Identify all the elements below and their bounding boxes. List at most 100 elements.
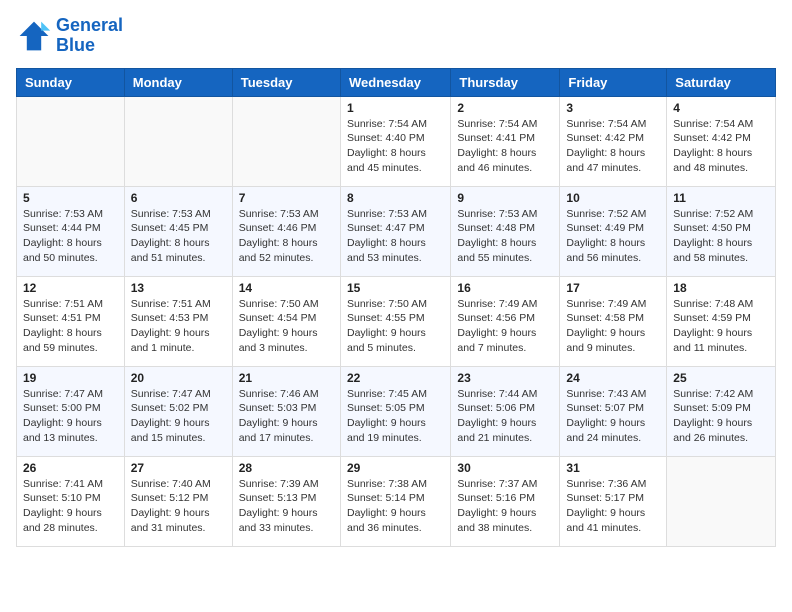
day-number: 24 xyxy=(566,371,660,385)
day-info: Sunrise: 7:49 AM Sunset: 4:56 PM Dayligh… xyxy=(457,297,553,356)
calendar-cell: 26 Sunrise: 7:41 AM Sunset: 5:10 PM Dayli… xyxy=(17,456,125,546)
day-info: Sunrise: 7:53 AM Sunset: 4:48 PM Dayligh… xyxy=(457,207,553,266)
day-number: 18 xyxy=(673,281,769,295)
day-info: Sunrise: 7:52 AM Sunset: 4:49 PM Dayligh… xyxy=(566,207,660,266)
calendar-cell: 27 Sunrise: 7:40 AM Sunset: 5:12 PM Dayli… xyxy=(124,456,232,546)
day-number: 29 xyxy=(347,461,444,475)
calendar-cell: 4 Sunrise: 7:54 AM Sunset: 4:42 PM Daylig… xyxy=(667,96,776,186)
day-info: Sunrise: 7:52 AM Sunset: 4:50 PM Dayligh… xyxy=(673,207,769,266)
calendar-cell: 10 Sunrise: 7:52 AM Sunset: 4:49 PM Dayli… xyxy=(560,186,667,276)
calendar-cell: 25 Sunrise: 7:42 AM Sunset: 5:09 PM Dayli… xyxy=(667,366,776,456)
day-info: Sunrise: 7:37 AM Sunset: 5:16 PM Dayligh… xyxy=(457,477,553,536)
day-number: 17 xyxy=(566,281,660,295)
calendar-week-row: 19 Sunrise: 7:47 AM Sunset: 5:00 PM Dayli… xyxy=(17,366,776,456)
day-number: 12 xyxy=(23,281,118,295)
day-number: 21 xyxy=(239,371,334,385)
day-info: Sunrise: 7:54 AM Sunset: 4:42 PM Dayligh… xyxy=(673,117,769,176)
day-number: 23 xyxy=(457,371,553,385)
calendar-cell: 5 Sunrise: 7:53 AM Sunset: 4:44 PM Daylig… xyxy=(17,186,125,276)
day-info: Sunrise: 7:53 AM Sunset: 4:47 PM Dayligh… xyxy=(347,207,444,266)
day-number: 11 xyxy=(673,191,769,205)
day-number: 14 xyxy=(239,281,334,295)
calendar-cell: 13 Sunrise: 7:51 AM Sunset: 4:53 PM Dayli… xyxy=(124,276,232,366)
day-info: Sunrise: 7:47 AM Sunset: 5:00 PM Dayligh… xyxy=(23,387,118,446)
page-header: General Blue xyxy=(16,16,776,56)
calendar-cell: 6 Sunrise: 7:53 AM Sunset: 4:45 PM Daylig… xyxy=(124,186,232,276)
logo: General Blue xyxy=(16,16,123,56)
weekday-header: Thursday xyxy=(451,68,560,96)
weekday-header: Tuesday xyxy=(232,68,340,96)
weekday-header: Saturday xyxy=(667,68,776,96)
day-number: 1 xyxy=(347,101,444,115)
day-info: Sunrise: 7:38 AM Sunset: 5:14 PM Dayligh… xyxy=(347,477,444,536)
calendar-cell: 31 Sunrise: 7:36 AM Sunset: 5:17 PM Dayli… xyxy=(560,456,667,546)
calendar-cell: 7Sunrise: 7:53 AM Sunset: 4:46 PM Daylig… xyxy=(232,186,340,276)
day-number: 30 xyxy=(457,461,553,475)
day-info: Sunrise: 7:48 AM Sunset: 4:59 PM Dayligh… xyxy=(673,297,769,356)
day-number: 13 xyxy=(131,281,226,295)
weekday-row: SundayMondayTuesdayWednesdayThursdayFrid… xyxy=(17,68,776,96)
calendar-week-row: 1 Sunrise: 7:54 AM Sunset: 4:40 PM Daylig… xyxy=(17,96,776,186)
calendar-cell: 20 Sunrise: 7:47 AM Sunset: 5:02 PM Dayli… xyxy=(124,366,232,456)
day-info: Sunrise: 7:53 AM Sunset: 4:44 PM Dayligh… xyxy=(23,207,118,266)
day-info: Sunrise: 7:39 AM Sunset: 5:13 PM Dayligh… xyxy=(239,477,334,536)
day-number: 10 xyxy=(566,191,660,205)
calendar-cell: 8 Sunrise: 7:53 AM Sunset: 4:47 PM Daylig… xyxy=(340,186,450,276)
day-number: 4 xyxy=(673,101,769,115)
day-number: 16 xyxy=(457,281,553,295)
day-info: Sunrise: 7:36 AM Sunset: 5:17 PM Dayligh… xyxy=(566,477,660,536)
calendar-cell: 16 Sunrise: 7:49 AM Sunset: 4:56 PM Dayli… xyxy=(451,276,560,366)
calendar-cell: 30 Sunrise: 7:37 AM Sunset: 5:16 PM Dayli… xyxy=(451,456,560,546)
day-number: 6 xyxy=(131,191,226,205)
weekday-header: Wednesday xyxy=(340,68,450,96)
calendar-header: SundayMondayTuesdayWednesdayThursdayFrid… xyxy=(17,68,776,96)
calendar-cell: 19 Sunrise: 7:47 AM Sunset: 5:00 PM Dayli… xyxy=(17,366,125,456)
day-number: 8 xyxy=(347,191,444,205)
weekday-header: Monday xyxy=(124,68,232,96)
day-info: Sunrise: 7:41 AM Sunset: 5:10 PM Dayligh… xyxy=(23,477,118,536)
day-number: 31 xyxy=(566,461,660,475)
day-number: 26 xyxy=(23,461,118,475)
calendar-cell: 17 Sunrise: 7:49 AM Sunset: 4:58 PM Dayli… xyxy=(560,276,667,366)
calendar-cell: 12 Sunrise: 7:51 AM Sunset: 4:51 PM Dayli… xyxy=(17,276,125,366)
calendar-cell xyxy=(124,96,232,186)
day-info: Sunrise: 7:40 AM Sunset: 5:12 PM Dayligh… xyxy=(131,477,226,536)
day-info: Sunrise: 7:49 AM Sunset: 4:58 PM Dayligh… xyxy=(566,297,660,356)
calendar-cell xyxy=(17,96,125,186)
day-info: Sunrise: 7:54 AM Sunset: 4:41 PM Dayligh… xyxy=(457,117,553,176)
day-info: Sunrise: 7:47 AM Sunset: 5:02 PM Dayligh… xyxy=(131,387,226,446)
calendar-cell: 22 Sunrise: 7:45 AM Sunset: 5:05 PM Dayli… xyxy=(340,366,450,456)
day-number: 28 xyxy=(239,461,334,475)
day-number: 15 xyxy=(347,281,444,295)
calendar-week-row: 26 Sunrise: 7:41 AM Sunset: 5:10 PM Dayli… xyxy=(17,456,776,546)
day-info: Sunrise: 7:45 AM Sunset: 5:05 PM Dayligh… xyxy=(347,387,444,446)
day-number: 19 xyxy=(23,371,118,385)
calendar-cell: 14 Sunrise: 7:50 AM Sunset: 4:54 PM Dayli… xyxy=(232,276,340,366)
day-info: Sunrise: 7:43 AM Sunset: 5:07 PM Dayligh… xyxy=(566,387,660,446)
day-info: Sunrise: 7:50 AM Sunset: 4:54 PM Dayligh… xyxy=(239,297,334,356)
day-number: 20 xyxy=(131,371,226,385)
calendar-cell: 15Sunrise: 7:50 AM Sunset: 4:55 PM Dayli… xyxy=(340,276,450,366)
calendar-cell: 29 Sunrise: 7:38 AM Sunset: 5:14 PM Dayli… xyxy=(340,456,450,546)
day-info: Sunrise: 7:42 AM Sunset: 5:09 PM Dayligh… xyxy=(673,387,769,446)
day-number: 25 xyxy=(673,371,769,385)
day-info: Sunrise: 7:53 AM Sunset: 4:45 PM Dayligh… xyxy=(131,207,226,266)
day-info: Sunrise: 7:54 AM Sunset: 4:42 PM Dayligh… xyxy=(566,117,660,176)
calendar-cell: 28 Sunrise: 7:39 AM Sunset: 5:13 PM Dayli… xyxy=(232,456,340,546)
day-number: 27 xyxy=(131,461,226,475)
day-number: 9 xyxy=(457,191,553,205)
day-info: Sunrise: 7:46 AM Sunset: 5:03 PM Dayligh… xyxy=(239,387,334,446)
day-number: 22 xyxy=(347,371,444,385)
calendar-cell xyxy=(232,96,340,186)
day-info: Sunrise: 7:51 AM Sunset: 4:51 PM Dayligh… xyxy=(23,297,118,356)
day-number: 5 xyxy=(23,191,118,205)
day-number: 3 xyxy=(566,101,660,115)
calendar-cell: 11 Sunrise: 7:52 AM Sunset: 4:50 PM Dayli… xyxy=(667,186,776,276)
calendar-cell: 18 Sunrise: 7:48 AM Sunset: 4:59 PM Dayli… xyxy=(667,276,776,366)
calendar-cell: 9 Sunrise: 7:53 AM Sunset: 4:48 PM Daylig… xyxy=(451,186,560,276)
day-info: Sunrise: 7:51 AM Sunset: 4:53 PM Dayligh… xyxy=(131,297,226,356)
calendar-table: SundayMondayTuesdayWednesdayThursdayFrid… xyxy=(16,68,776,547)
calendar-cell xyxy=(667,456,776,546)
logo-text: General Blue xyxy=(56,16,123,56)
day-info: Sunrise: 7:54 AM Sunset: 4:40 PM Dayligh… xyxy=(347,117,444,176)
